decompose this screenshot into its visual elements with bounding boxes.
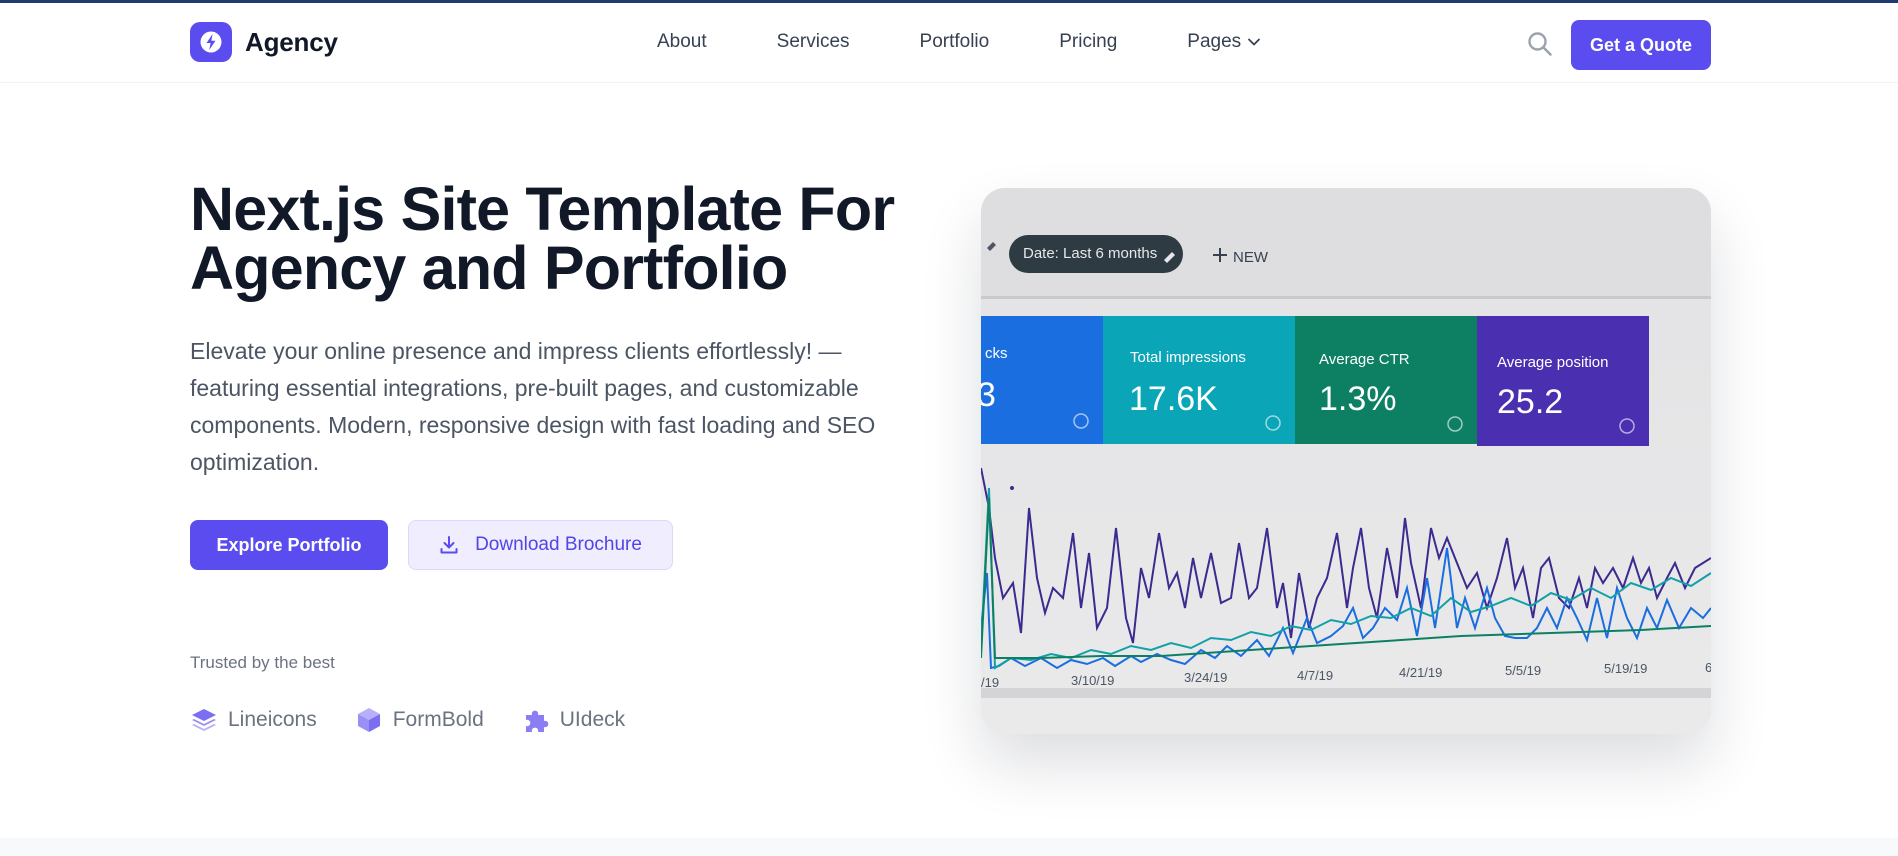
x-tick: 6 [1705,660,1711,675]
x-tick: 5/5/19 [1505,663,1541,678]
metric-label: cks [985,345,1008,362]
nav-item-pricing[interactable]: Pricing [1059,31,1117,53]
get-quote-button[interactable]: Get a Quote [1571,20,1711,70]
nav-item-pages-label: Pages [1187,31,1242,52]
nav-item-portfolio[interactable]: Portfolio [920,31,990,53]
brand-formbold[interactable]: FormBold [355,706,484,734]
main-nav: About Services Portfolio Pricing Pages [657,31,1261,53]
next-section-edge [0,838,1898,856]
x-tick: 4/7/19 [1297,668,1333,683]
puzzle-icon [525,710,549,732]
search-icon[interactable] [1526,30,1554,58]
hero-title-line2: Agency and Portfolio [190,234,788,302]
explore-portfolio-button[interactable]: Explore Portfolio [190,520,388,570]
x-tick: 3/10/19 [1071,673,1114,688]
hero-title-line1: Next.js Site Template For [190,175,895,243]
metric-tile-position: Average position 25.2 [1477,316,1649,446]
metric-tile-clicks: cks 3 [981,316,1103,444]
layers-icon [192,709,216,731]
chevron-down-icon [1247,31,1261,53]
metric-value: 3 [981,376,996,414]
metric-value: 25.2 [1497,383,1563,421]
site-header: Agency About Services Portfolio Pricing … [0,3,1898,83]
date-chip-label: Date: Last 6 months [1023,245,1157,262]
download-brochure-button[interactable]: Download Brochure [408,520,673,570]
metric-tile-impressions: Total impressions 17.6K [1103,316,1295,444]
brand-uideck[interactable]: UIdeck [522,706,625,734]
brand-uideck-label: UIdeck [559,708,626,731]
trusted-label: Trusted by the best [190,653,335,672]
date-chip: Date: Last 6 months [1009,235,1183,273]
hero-title: Next.js Site Template For Agency and Por… [190,179,950,299]
nav-item-about[interactable]: About [657,31,707,53]
nav-item-pages[interactable]: Pages [1187,31,1261,53]
hero-description: Elevate your online presence and impress… [190,338,876,475]
metric-label: Average position [1497,354,1608,371]
logo-text: Agency [245,26,338,57]
download-brochure-label: Download Brochure [475,534,642,555]
brand-formbold-label: FormBold [392,708,484,731]
trusted-brands: Lineicons FormBold UIdeck [190,706,663,734]
metric-tile-ctr: Average CTR 1.3% [1295,316,1477,444]
brand-lineicons[interactable]: Lineicons [190,706,317,734]
x-tick: 5/19/19 [1604,661,1647,676]
nav-item-services[interactable]: Services [777,31,850,53]
bolt-icon [190,22,232,62]
logo[interactable]: Agency [190,22,338,62]
metric-value: 1.3% [1319,380,1397,418]
new-label: NEW [1233,249,1269,266]
hero-dashboard-image: Date: Last 6 months NEW cks 3 Total impr… [981,188,1711,734]
download-icon [439,535,459,555]
metric-value: 17.6K [1129,380,1218,418]
metric-label: Average CTR [1319,351,1410,368]
x-tick: 3/24/19 [1184,670,1227,685]
x-tick: /19 [981,675,999,690]
metric-label: Total impressions [1130,349,1246,366]
brand-lineicons-label: Lineicons [228,708,317,731]
x-tick: 4/21/19 [1399,665,1442,680]
cube-icon [357,708,380,732]
